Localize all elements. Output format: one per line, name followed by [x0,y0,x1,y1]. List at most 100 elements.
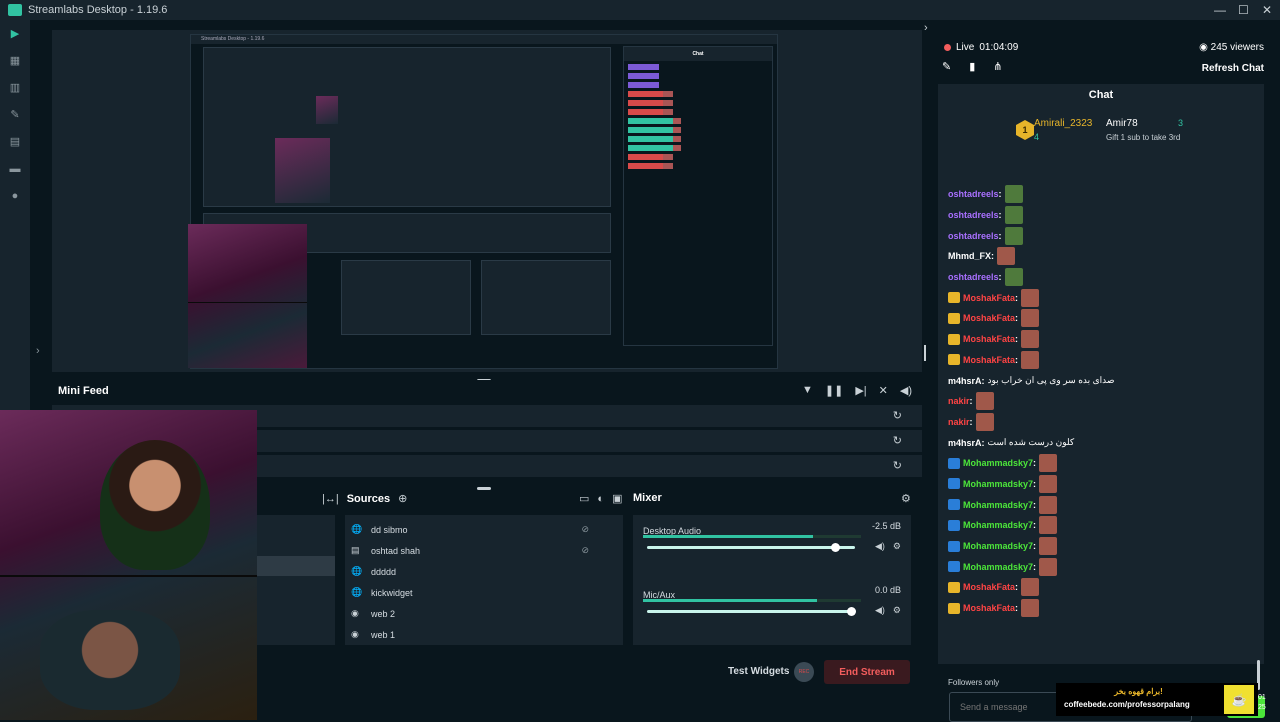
chat-colon: : [998,230,1002,241]
refresh-chat-button[interactable]: Refresh Chat [1202,63,1264,74]
nested-chat-line [628,145,768,151]
chat-message: MoshakFata: [948,577,1258,598]
visibility-off-icon[interactable]: ⊘ [581,545,589,556]
test-widgets-button[interactable]: Test Widgets [728,666,789,677]
mute-alerts-icon[interactable]: ✕ [879,384,888,397]
chat-colon: : [969,396,973,407]
visibility-off-icon[interactable]: ⊘ [581,524,589,535]
chat-username[interactable]: oshtadreels [948,210,999,220]
source-item[interactable]: ◉ web 2 [345,603,623,624]
end-stream-button[interactable]: End Stream [824,660,910,684]
chat-username[interactable]: MoshakFata [963,334,1015,344]
source-item[interactable]: ◉ web 1 [345,624,623,645]
verified-badge-icon [948,499,960,511]
chat-username[interactable]: oshtadreels [948,231,999,241]
chat-username[interactable]: nakir [948,417,970,427]
speaker-icon[interactable]: ◀) [875,605,885,616]
chat-username[interactable]: Mohammadsky7 [963,562,1033,572]
dashboard-icon[interactable]: ▦ [0,47,30,74]
edit-icon[interactable]: ✎ [942,60,951,73]
selected-scene[interactable] [257,556,335,576]
mini-feed-title: Mini Feed [58,385,109,397]
chat-username[interactable]: Mohammadsky7 [963,541,1033,551]
share-icon[interactable]: ⋔ [993,60,1002,73]
chat-colon: : [1015,313,1019,324]
chat-colon: : [981,437,985,448]
add-source-icon[interactable]: ⊕ [398,492,407,505]
channel-db: -2.5 dB [871,521,901,531]
chat-username[interactable]: Mhmd_FX [948,251,991,261]
chat-username[interactable]: nakir [948,396,970,406]
mixer-list: Desktop Audio -2.5 dB ◀) ⚙ Mic/Aux 0.0 d… [633,515,911,645]
stream-preview[interactable]: Streamlabs Desktop - 1.19.6 Chat [52,30,922,372]
gear-icon[interactable]: ⚙ [893,541,901,552]
chat-message: Mohammadsky7: [948,515,1258,536]
mixer-channel: Desktop Audio -2.5 dB ◀) ⚙ [633,515,911,579]
refresh-icon[interactable]: ↻ [893,434,902,447]
vertical-resize-handle[interactable] [924,345,926,361]
skip-icon[interactable]: ▶| [855,384,866,397]
store-icon[interactable]: ▤ [0,128,30,155]
chat-message: m4hsrA: صدای بده سر وی پی ان خراب بود [948,370,1258,391]
chat-username[interactable]: MoshakFata [963,582,1015,592]
add-folder-icon[interactable]: ▣ [612,492,622,505]
studio-footer: Test Widgets REC End Stream [257,658,922,686]
source-item[interactable]: 🌐 dd sibmo ⊘ [345,519,623,540]
highlighter-icon[interactable]: ● [0,182,30,209]
sources-header: |↔| Sources ⊕ [322,492,407,506]
chat-username[interactable]: oshtadreels [948,272,999,282]
chat-username[interactable]: MoshakFata [963,293,1015,303]
nested-chat-line [628,118,768,124]
source-item[interactable]: 🌐 kickwidget [345,582,623,603]
themes-icon[interactable]: ✎ [0,101,30,128]
chat-username[interactable]: oshtadreels [948,189,999,199]
collapse-icon[interactable]: |↔| [322,493,339,505]
collapse-panel-icon[interactable]: › [924,22,928,34]
pause-icon[interactable]: ❚❚ [825,384,843,397]
nested-chat-line [628,82,768,88]
nested-chat: Chat [623,46,773,346]
folder-icon[interactable]: ▭ [579,492,589,505]
slider-knob[interactable] [847,607,856,616]
record-button[interactable]: REC [794,662,814,682]
minimize-icon[interactable]: — [1214,0,1226,20]
refresh-icon[interactable]: ↻ [893,459,902,472]
expand-nav-icon[interactable]: › [36,345,40,357]
filter-icon[interactable]: ▼ [802,384,813,397]
chat-username[interactable]: MoshakFata [963,603,1015,613]
chat-message: Mohammadsky7: [948,536,1258,557]
chat-username[interactable]: Mohammadsky7 [963,479,1033,489]
library-icon[interactable]: ▥ [0,74,30,101]
gear-icon[interactable]: ⚙ [893,605,901,616]
volume-icon[interactable]: ◀) [900,384,912,397]
volume-slider[interactable] [647,607,856,616]
source-item[interactable]: 🌐 ddddd [345,561,623,582]
chat-username[interactable]: MoshakFata [963,355,1015,365]
chat-username[interactable]: m4hsrA [948,376,982,386]
slider-knob[interactable] [831,543,840,552]
chat-username[interactable]: Mohammadsky7 [963,458,1033,468]
chat-username[interactable]: m4hsrA [948,438,982,448]
verified-badge-icon [948,457,960,469]
chat-message: oshtadreels: [948,184,1258,205]
popout-icon[interactable]: ▮ [969,60,975,73]
gear-icon[interactable]: ⚙ [901,492,911,505]
emote-icon [1039,454,1058,473]
nested-chat-line [628,64,768,70]
mute-icon[interactable]: ◐ [597,493,604,505]
maximize-icon[interactable]: ☐ [1238,0,1249,20]
emote-icon [1039,557,1058,576]
chat-username[interactable]: Mohammadsky7 [963,520,1033,530]
chat-username[interactable]: MoshakFata [963,313,1015,323]
speaker-icon[interactable]: ◀) [875,541,885,552]
system-clock: 01 25 [1258,693,1266,713]
studio-icon[interactable]: ▶ [0,20,30,47]
chat-username[interactable]: Mohammadsky7 [963,500,1033,510]
refresh-icon[interactable]: ↻ [893,409,902,422]
source-name: web 2 [371,608,396,619]
source-item[interactable]: ▤ oshtad shah ⊘ [345,540,623,561]
media-icon[interactable]: ▬ [0,155,30,182]
chat-message: nakir: [948,412,1258,433]
close-icon[interactable]: ✕ [1262,0,1272,20]
volume-slider[interactable] [647,543,855,552]
